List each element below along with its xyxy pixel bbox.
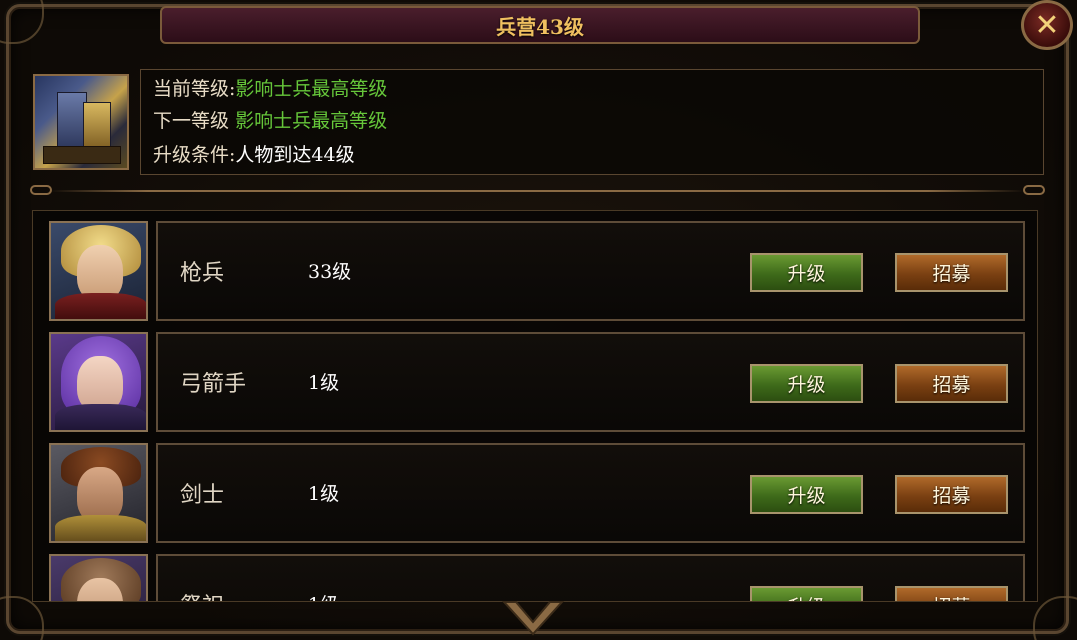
scroll-down-icon[interactable] xyxy=(500,598,566,638)
recruit-button[interactable]: 招募 xyxy=(895,586,1008,601)
upgrade-condition-line: 升级条件:人物到达44级 xyxy=(153,140,355,167)
unit-name: 枪兵 xyxy=(180,261,225,286)
archer-portrait xyxy=(49,332,148,432)
unit-level: 33级 xyxy=(308,261,352,283)
upgrade-condition-label: 升级条件: xyxy=(153,144,236,166)
current-level-line: 当前等级:影响士兵最高等级 xyxy=(153,74,387,101)
barracks-building-icon xyxy=(33,74,129,170)
recruit-button[interactable]: 招募 xyxy=(895,253,1008,292)
upgrade-button[interactable]: 升级 xyxy=(750,475,863,514)
close-icon: ✕ xyxy=(1034,7,1060,43)
window-title: 兵营43级 xyxy=(496,14,584,39)
unit-level: 1级 xyxy=(308,372,340,394)
unit-card: 弓箭手 1级 升级 招募 xyxy=(156,332,1025,432)
unit-card: 枪兵 33级 升级 招募 xyxy=(156,221,1025,321)
unit-name: 祭祀 xyxy=(180,588,224,601)
swordsman-portrait xyxy=(49,443,148,543)
ornate-divider xyxy=(30,185,1045,195)
title-bar: 兵营43级 xyxy=(160,6,920,44)
recruit-button[interactable]: 招募 xyxy=(895,475,1008,514)
unit-list[interactable]: 枪兵 33级 升级 招募 弓箭手 1级 升级 招募 剑士 1级 升级 招募 xyxy=(32,210,1038,602)
current-level-label: 当前等级: xyxy=(153,78,236,100)
unit-level: 1级 xyxy=(308,590,339,601)
unit-name: 剑士 xyxy=(180,483,225,508)
unit-row-swordsman: 剑士 1级 升级 招募 xyxy=(49,443,1025,545)
unit-card: 剑士 1级 升级 招募 xyxy=(156,443,1025,543)
upgrade-button[interactable]: 升级 xyxy=(750,253,863,292)
next-level-label: 下一等级 xyxy=(153,110,230,132)
recruit-button[interactable]: 招募 xyxy=(895,364,1008,403)
close-button[interactable]: ✕ xyxy=(1021,0,1073,50)
unit-name: 弓箭手 xyxy=(180,372,247,397)
upgrade-condition-value: 人物到达44级 xyxy=(235,144,355,166)
next-level-value: 影响士兵最高等级 xyxy=(235,110,388,132)
unit-row-archer: 弓箭手 1级 升级 招募 xyxy=(49,332,1025,434)
next-level-line: 下一等级 影响士兵最高等级 xyxy=(153,106,387,133)
barracks-window: 兵营43级 ✕ 当前等级:影响士兵最高等级 下一等级 影响士兵最高等级 升级条件… xyxy=(0,0,1077,640)
spearman-portrait xyxy=(49,221,148,321)
upgrade-button[interactable]: 升级 xyxy=(750,364,863,403)
unit-level: 1级 xyxy=(308,483,340,505)
unit-row-spearman: 枪兵 33级 升级 招募 xyxy=(49,221,1025,323)
unit-row-priest: 祭祀 1级 升级 招募 xyxy=(49,554,1025,601)
building-info-panel: 当前等级:影响士兵最高等级 下一等级 影响士兵最高等级 升级条件:人物到达44级 xyxy=(140,69,1044,175)
unit-card: 祭祀 1级 升级 招募 xyxy=(156,554,1025,601)
upgrade-button[interactable]: 升级 xyxy=(750,586,863,601)
current-level-value: 影响士兵最高等级 xyxy=(235,78,388,100)
priest-portrait xyxy=(49,554,148,601)
